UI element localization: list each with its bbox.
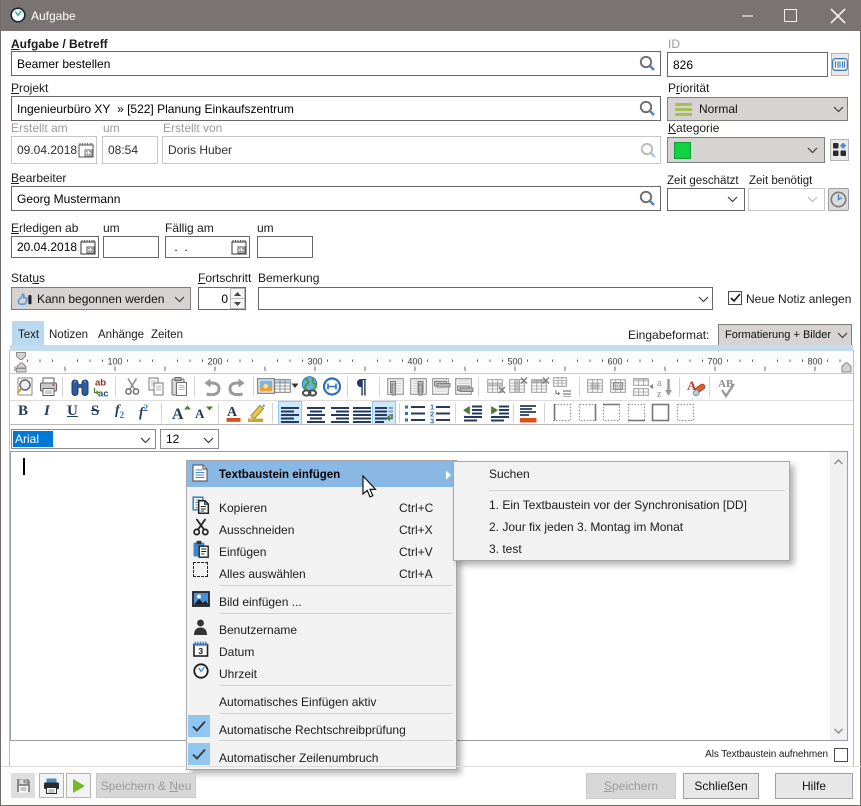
svg-text:12: 12: [87, 248, 93, 254]
svg-text:A: A: [172, 406, 184, 423]
svg-text:12: 12: [85, 151, 91, 157]
svg-text:a: a: [657, 378, 662, 389]
svg-text:3: 3: [198, 646, 203, 656]
svg-text:400: 400: [407, 357, 422, 367]
svg-text:ac: ac: [98, 389, 109, 399]
svg-text:A: A: [195, 406, 205, 421]
svg-text:ab: ab: [95, 378, 106, 389]
svg-text:3: 3: [430, 417, 434, 425]
svg-text:600: 600: [607, 357, 622, 367]
svg-text:z: z: [657, 389, 662, 398]
svg-text:A: A: [227, 405, 238, 420]
svg-text:200: 200: [207, 357, 222, 367]
svg-text:12: 12: [238, 248, 244, 254]
svg-text:800: 800: [807, 357, 822, 367]
svg-text:500: 500: [507, 357, 522, 367]
svg-text:700: 700: [707, 357, 722, 367]
svg-text:100: 100: [107, 357, 122, 367]
svg-text:300: 300: [307, 357, 322, 367]
